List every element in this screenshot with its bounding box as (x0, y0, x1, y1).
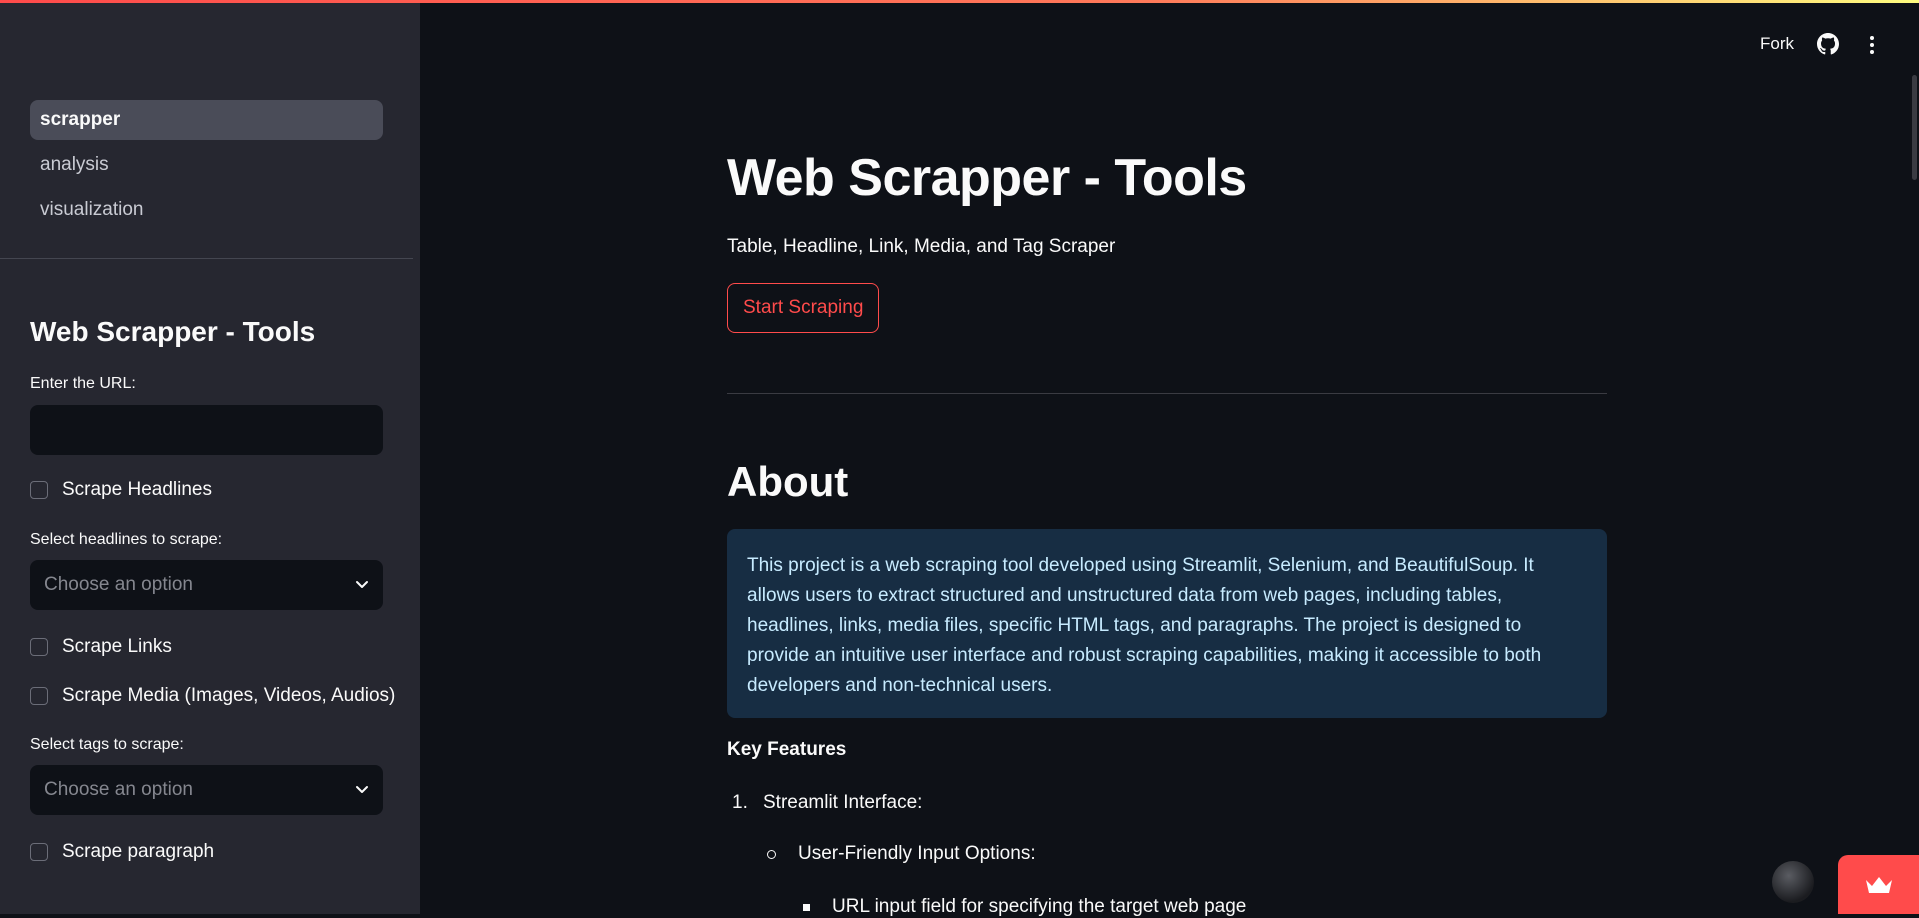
sidebar-title: Web Scrapper - Tools (30, 316, 316, 347)
sidebar-item-visualization[interactable]: visualization (30, 190, 383, 230)
scrape-links-label: Scrape Links (62, 636, 172, 657)
list-item: 1. Streamlit Interface: (732, 792, 922, 814)
scrape-media-checkbox[interactable] (30, 687, 48, 705)
list-number: 1. (732, 792, 748, 813)
chevron-down-icon (356, 581, 368, 588)
scrape-links-row[interactable]: Scrape Links (30, 635, 172, 659)
headlines-select-label: Select headlines to scrape: (30, 531, 223, 548)
streamlit-badge[interactable] (1838, 855, 1919, 914)
url-input-box (30, 405, 383, 455)
kebab-menu-icon[interactable] (1862, 34, 1882, 56)
scrape-headlines-checkbox[interactable] (30, 481, 48, 499)
sidebar-item-analysis[interactable]: analysis (30, 145, 383, 185)
headlines-select[interactable]: Choose an option (30, 560, 383, 610)
about-text: This project is a web scraping tool deve… (747, 555, 1542, 696)
sidebar-nav: scrapper analysis visualization (30, 100, 383, 235)
about-info-box: This project is a web scraping tool deve… (727, 529, 1607, 718)
crown-icon (1865, 876, 1892, 893)
list-item: URL input field for specifying the targe… (803, 896, 1246, 918)
bullet-square-icon (803, 903, 810, 911)
url-label: Enter the URL: (30, 375, 136, 392)
tags-select[interactable]: Choose an option (30, 765, 383, 815)
scrollbar-thumb[interactable] (1912, 75, 1917, 180)
tags-select-placeholder: Choose an option (44, 779, 193, 800)
main-divider (727, 393, 1607, 394)
list-item-text: Streamlit Interface: (763, 792, 923, 813)
list-item: User-Friendly Input Options: (767, 843, 1036, 865)
key-features-heading: Key Features (727, 739, 847, 760)
list-item-text: URL input field for specifying the targe… (832, 896, 1247, 917)
scrape-paragraph-row[interactable]: Scrape paragraph (30, 840, 214, 864)
scrape-headlines-label: Scrape Headlines (62, 479, 212, 500)
headlines-select-placeholder: Choose an option (44, 574, 193, 595)
scrape-paragraph-label: Scrape paragraph (62, 841, 215, 862)
list-item-text: User-Friendly Input Options: (798, 843, 1036, 864)
chevron-down-icon (356, 786, 368, 793)
github-icon[interactable] (1817, 33, 1839, 55)
page-title: Web Scrapper - Tools (727, 149, 1247, 207)
scrape-links-checkbox[interactable] (30, 638, 48, 656)
sidebar-item-scrapper[interactable]: scrapper (30, 100, 383, 140)
bullet-circle-icon (767, 849, 776, 859)
url-input[interactable] (30, 405, 383, 455)
fork-button[interactable]: Fork (1760, 34, 1794, 54)
sidebar-divider (0, 258, 413, 259)
scrape-headlines-row[interactable]: Scrape Headlines (30, 478, 212, 502)
start-scraping-button[interactable]: Start Scraping (727, 283, 880, 333)
floating-orb-icon[interactable] (1772, 861, 1814, 903)
scrape-media-row[interactable]: Scrape Media (Images, Videos, Audios) (30, 684, 395, 708)
tags-select-label: Select tags to scrape: (30, 736, 184, 753)
scrape-paragraph-checkbox[interactable] (30, 843, 48, 861)
scrape-media-label: Scrape Media (Images, Videos, Audios) (62, 685, 396, 706)
sidebar: scrapper analysis visualization Web Scra… (0, 3, 420, 914)
about-heading: About (727, 458, 849, 505)
page-subtitle: Table, Headline, Link, Media, and Tag Sc… (727, 236, 1116, 257)
